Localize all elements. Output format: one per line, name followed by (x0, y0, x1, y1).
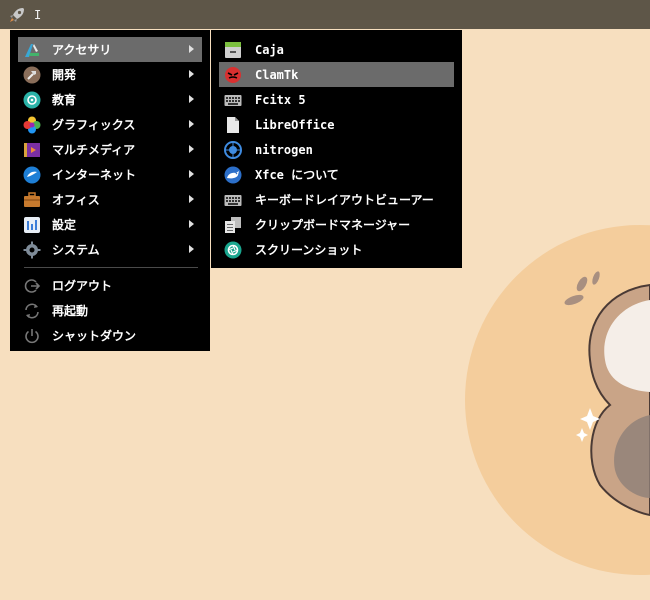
menu-item-label: インターネット (52, 168, 137, 182)
menu-item-label: 再起動 (52, 304, 89, 318)
menu-item-education[interactable]: 教育 (18, 87, 202, 112)
menu-item-development[interactable]: 開発 (18, 62, 202, 87)
submenu-arrow-icon (189, 245, 194, 253)
submenu-item-fcitx5[interactable]: Fcitx 5 (219, 87, 454, 112)
graphics-icon (22, 115, 42, 135)
submenu-item-caja[interactable]: Caja (219, 37, 454, 62)
submenu-item-label: Caja (255, 42, 284, 57)
submenu-item-label: ClamTk (255, 67, 299, 82)
menu-item-label: システム (52, 243, 100, 257)
applications-menu: アクセサリ 開発 教育 グラフィックス マルチメディア インターネット オフィス… (10, 30, 210, 351)
menu-item-shutdown[interactable]: シャットダウン (18, 323, 202, 348)
menu-item-label: マルチメディア (52, 143, 136, 157)
accessories-icon (22, 40, 42, 60)
menu-item-label: 開発 (52, 68, 77, 82)
submenu-item-screenshot[interactable]: スクリーンショット (219, 237, 454, 262)
submenu-item-label: キーボードレイアウトビューアー (255, 193, 434, 207)
menu-item-label: 設定 (52, 218, 77, 232)
submenu-item-nitrogen[interactable]: nitrogen (219, 137, 454, 162)
submenu-item-label: nitrogen (255, 142, 313, 157)
submenu-item-clamtk[interactable]: ClamTk (219, 62, 454, 87)
submenu-item-label: クリップボードマネージャー (255, 218, 411, 232)
submenu-arrow-icon (189, 45, 194, 53)
system-icon (22, 240, 42, 260)
menu-separator (24, 267, 198, 268)
xfce-icon (223, 165, 243, 185)
file-manager-icon (223, 40, 243, 60)
screenshot-icon (223, 240, 243, 260)
menu-item-office[interactable]: オフィス (18, 187, 202, 212)
rocket-icon[interactable] (4, 2, 30, 28)
menu-item-settings[interactable]: 設定 (18, 212, 202, 237)
development-icon (22, 65, 42, 85)
multimedia-icon (22, 140, 42, 160)
menu-item-label: ログアウト (52, 279, 113, 293)
power-icon (22, 326, 42, 346)
submenu-item-label: スクリーンショット (255, 243, 363, 257)
menu-item-label: アクセサリ (52, 43, 112, 57)
submenu-arrow-icon (189, 120, 194, 128)
submenu-arrow-icon (189, 195, 194, 203)
submenu-item-label: LibreOffice (255, 117, 335, 132)
clipboard-icon (223, 215, 243, 235)
menu-item-system[interactable]: システム (18, 237, 202, 262)
submenu-arrow-icon (189, 95, 194, 103)
menu-item-multimedia[interactable]: マルチメディア (18, 137, 202, 162)
nitrogen-icon (223, 140, 243, 160)
submenu-arrow-icon (189, 145, 194, 153)
office-icon (22, 190, 42, 210)
top-panel: I (0, 0, 650, 29)
submenu-item-libreoffice[interactable]: LibreOffice (219, 112, 454, 137)
menu-item-accessories[interactable]: アクセサリ (18, 37, 202, 62)
menu-item-logout[interactable]: ログアウト (18, 273, 202, 298)
clamtk-icon (223, 65, 243, 85)
logout-icon (22, 276, 42, 296)
menu-item-label: シャットダウン (52, 329, 137, 343)
menu-item-graphics[interactable]: グラフィックス (18, 112, 202, 137)
submenu-arrow-icon (189, 70, 194, 78)
restart-icon (22, 301, 42, 321)
education-icon (22, 90, 42, 110)
submenu-item-about-xfce[interactable]: Xfce について (219, 162, 454, 187)
submenu-item-keyboard-layout-viewer[interactable]: キーボードレイアウトビューアー (219, 187, 454, 212)
submenu-arrow-icon (189, 220, 194, 228)
menu-item-label: オフィス (52, 193, 100, 207)
text-cursor: I (34, 7, 42, 22)
submenu-arrow-icon (189, 170, 194, 178)
accessories-submenu: Caja ClamTk Fcitx 5 LibreOffice nitrogen… (211, 30, 462, 268)
menu-item-label: グラフィックス (52, 118, 136, 132)
menu-item-label: 教育 (52, 93, 77, 107)
submenu-item-label: Fcitx 5 (255, 92, 306, 107)
submenu-item-label: Xfce について (255, 168, 339, 182)
internet-icon (22, 165, 42, 185)
keyboard-icon (223, 90, 243, 110)
submenu-item-clipboard-manager[interactable]: クリップボードマネージャー (219, 212, 454, 237)
menu-item-internet[interactable]: インターネット (18, 162, 202, 187)
menu-item-restart[interactable]: 再起動 (18, 298, 202, 323)
keyboard-icon (223, 190, 243, 210)
settings-icon (22, 215, 42, 235)
document-icon (223, 115, 243, 135)
